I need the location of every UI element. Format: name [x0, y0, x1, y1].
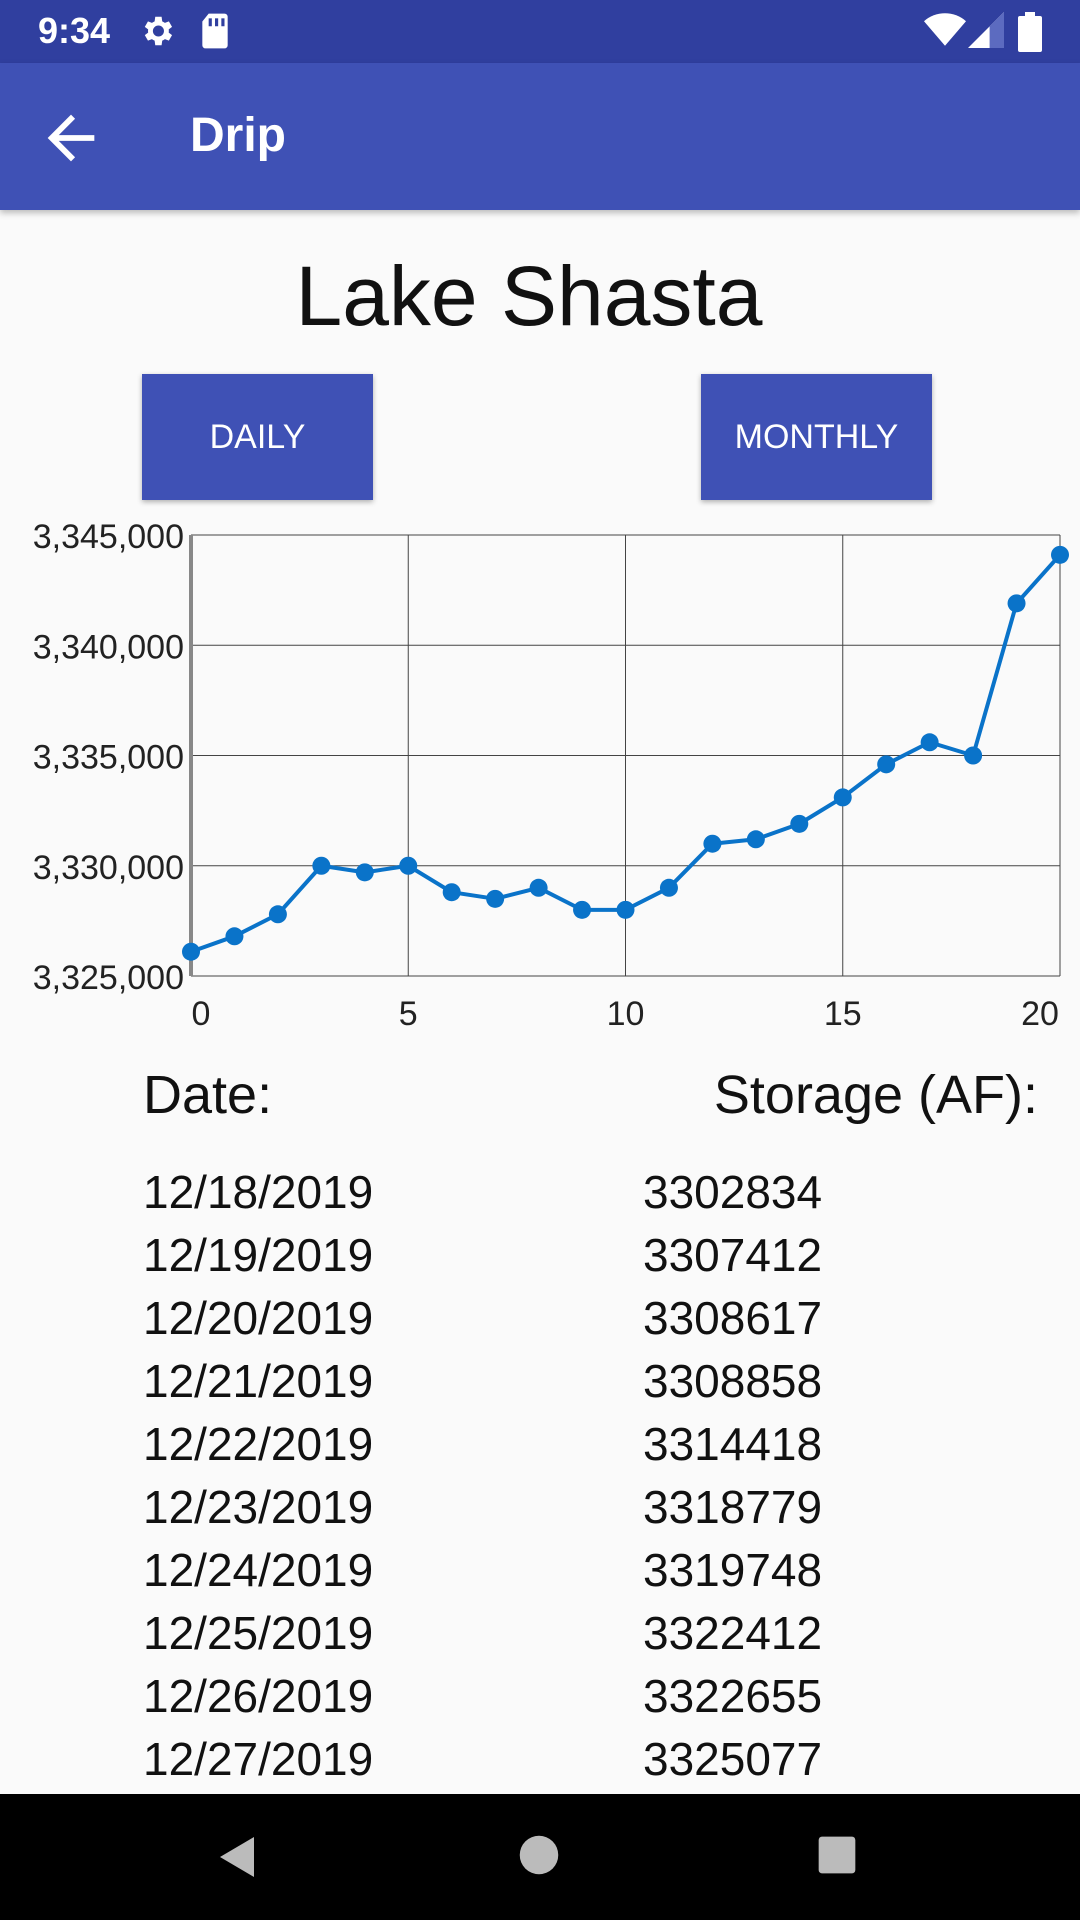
data-point [964, 746, 983, 765]
battery-icon [1018, 12, 1042, 52]
row-date: 12/24/2019 [143, 1544, 374, 1596]
sd-card-icon [202, 13, 228, 49]
row-storage: 3322655 [643, 1670, 823, 1722]
daily-button[interactable]: DAILY [142, 374, 373, 500]
nav-back-icon[interactable] [214, 1832, 262, 1882]
data-point [182, 942, 200, 961]
data-point [442, 883, 461, 902]
row-date: 12/21/2019 [143, 1355, 374, 1407]
x-tick-label: 10 [607, 995, 645, 1033]
row-date: 12/22/2019 [143, 1418, 374, 1470]
monthly-button[interactable]: MONTHLY [701, 374, 932, 500]
y-tick-label: 3,325,000 [33, 959, 184, 997]
data-point [355, 863, 374, 882]
monthly-button-label: MONTHLY [734, 417, 899, 456]
row-date: 12/20/2019 [143, 1292, 374, 1344]
data-point [659, 878, 678, 897]
nav-home-icon[interactable] [518, 1834, 560, 1876]
y-tick-label: 3,335,000 [33, 739, 184, 777]
line-chart: 3,345,000 3,340,000 3,335,000 3,330,000 3,32… [33, 520, 1069, 1033]
row-date: 12/18/2019 [143, 1166, 374, 1218]
y-tick-label: 3,345,000 [33, 520, 184, 556]
data-point [312, 856, 331, 875]
settings-icon [144, 16, 173, 46]
data-point [1007, 594, 1026, 613]
data-point [268, 905, 287, 924]
row-date: 12/23/2019 [143, 1481, 374, 1533]
data-point [833, 788, 852, 807]
lake-title: Lake Shasta [295, 249, 763, 343]
row-storage: 3325077 [643, 1733, 823, 1785]
navigation-bar [0, 1794, 1080, 1920]
date-header: Date: [143, 1065, 273, 1125]
row-storage: 3319748 [643, 1544, 823, 1596]
x-tick-label: 15 [824, 995, 862, 1033]
y-tick-label: 3,340,000 [33, 628, 184, 666]
row-storage: 3314418 [643, 1418, 823, 1470]
row-storage: 3302834 [643, 1166, 823, 1218]
storage-chart: 3,345,000 3,340,000 3,335,000 3,330,000 3,32… [0, 520, 1080, 1040]
daily-button-label: DAILY [209, 417, 306, 456]
data-point [746, 830, 765, 849]
data-point [486, 889, 505, 908]
data-point [529, 878, 548, 897]
row-storage: 3307412 [643, 1229, 823, 1281]
data-point [225, 927, 244, 946]
row-storage: 3318779 [643, 1481, 823, 1533]
app-bar: Drip [0, 63, 1080, 210]
status-bar: 9:34 [0, 0, 1080, 63]
x-tick-label: 5 [399, 995, 418, 1033]
data-point [616, 900, 635, 919]
data-point [877, 755, 896, 774]
data-point [790, 814, 809, 833]
data-point [703, 834, 722, 853]
row-date: 12/25/2019 [143, 1607, 374, 1659]
data-point [920, 733, 939, 752]
data-point [573, 900, 592, 919]
status-time: 9:34 [38, 10, 111, 51]
row-date: 12/19/2019 [143, 1229, 374, 1281]
data-point [399, 856, 418, 875]
wifi-icon [924, 13, 966, 46]
app-title: Drip [190, 109, 286, 162]
x-tick-label: 20 [1021, 995, 1059, 1033]
y-tick-label: 3,330,000 [33, 849, 184, 887]
x-tick-label: 0 [192, 995, 211, 1033]
row-date: 12/27/2019 [143, 1733, 374, 1785]
row-date: 12/26/2019 [143, 1670, 374, 1722]
storage-header: Storage (AF): [713, 1065, 1038, 1125]
nav-recents-icon[interactable] [817, 1835, 857, 1875]
data-point [1051, 545, 1069, 564]
row-storage: 3308617 [643, 1292, 823, 1344]
row-storage: 3308858 [643, 1355, 823, 1407]
arrow-back-icon[interactable] [36, 103, 106, 173]
signal-icon [968, 12, 1004, 48]
row-storage: 3322412 [643, 1607, 823, 1659]
